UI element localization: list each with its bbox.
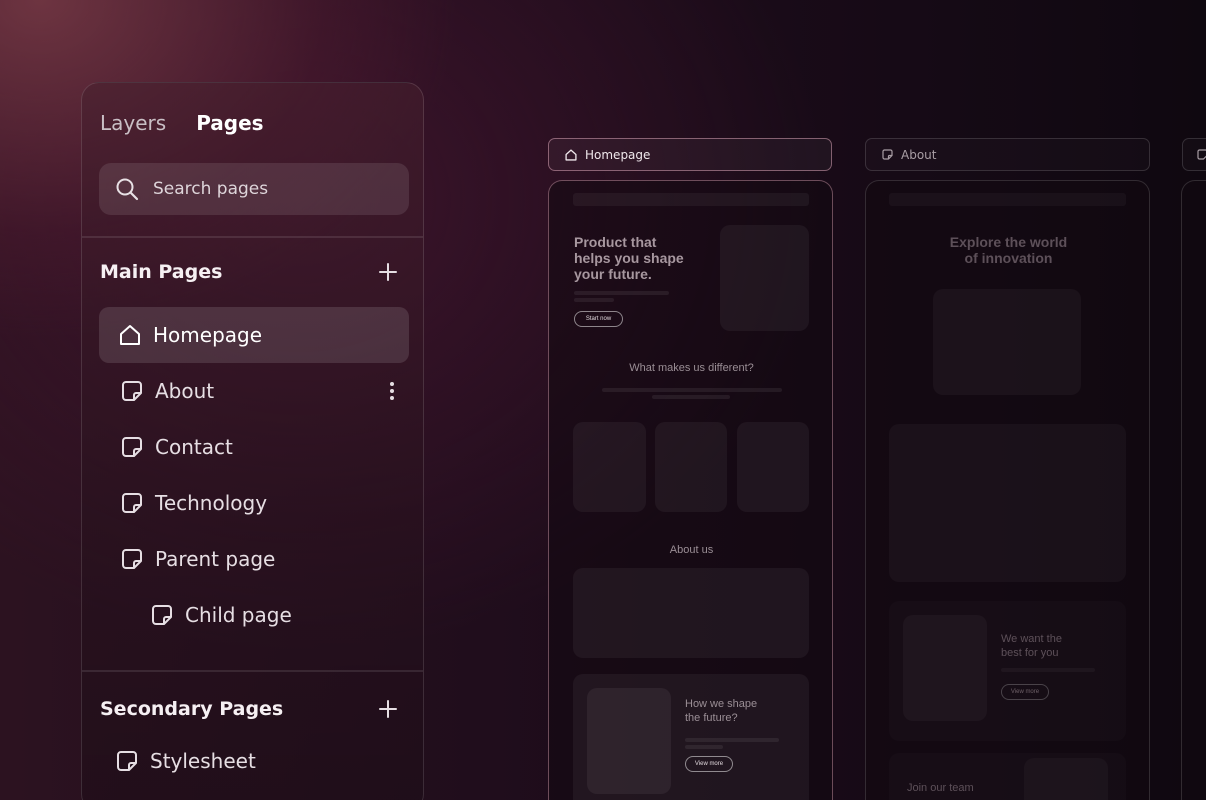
more-options-icon[interactable]: [389, 381, 395, 401]
view-more-button[interactable]: View more: [1001, 684, 1049, 700]
page-icon: [121, 548, 143, 570]
section-heading: What makes us different?: [629, 362, 754, 374]
hero-heading: Product that helps you shape your future…: [574, 234, 684, 282]
section-divider: [82, 670, 423, 672]
about-preview-frame[interactable]: Explore the world of innovation We want …: [865, 180, 1150, 800]
pages-panel: Layers Pages Main Pages Homepage About C…: [81, 82, 424, 800]
sidebar-item-label: About: [155, 379, 215, 403]
text-placeholder: [685, 745, 723, 749]
home-icon: [119, 324, 141, 346]
page-icon: [121, 436, 143, 458]
canvas-page-label-text: About: [901, 147, 937, 162]
text-placeholder: [652, 395, 730, 399]
text-placeholder: [602, 388, 782, 392]
sidebar-item-stylesheet[interactable]: Stylesheet: [99, 733, 409, 789]
sidebar-item-label: Technology: [155, 491, 268, 515]
home-icon: [565, 148, 577, 161]
card-placeholder: [737, 422, 809, 512]
team-heading: Join our team: [907, 782, 974, 794]
sidebar-item-label: Parent page: [155, 547, 276, 571]
feature-heading: How we shape the future?: [685, 698, 758, 724]
page-icon: [121, 380, 143, 402]
text-placeholder: [574, 298, 614, 302]
search-input[interactable]: [153, 179, 373, 199]
canvas-page-label-next[interactable]: [1182, 138, 1206, 171]
tab-layers[interactable]: Layers: [100, 111, 166, 135]
canvas-page-label-homepage[interactable]: Homepage: [548, 138, 832, 171]
card-placeholder: [655, 422, 727, 512]
text-placeholder: [1001, 668, 1095, 672]
sidebar-item-label: Contact: [155, 435, 233, 459]
card-placeholder: [573, 422, 646, 512]
text-placeholder: [685, 738, 779, 742]
about-image-placeholder: [933, 289, 1081, 395]
panel-tabs: Layers Pages: [100, 111, 264, 135]
next-preview-frame[interactable]: [1181, 180, 1206, 800]
view-more-button[interactable]: View more: [685, 756, 733, 772]
canvas-page-label-text: Homepage: [585, 147, 651, 162]
page-icon: [882, 149, 893, 160]
about-block-placeholder: [573, 568, 809, 658]
feature-image-placeholder: [903, 615, 987, 721]
search-box[interactable]: [99, 163, 409, 215]
sidebar-item-about[interactable]: About: [99, 363, 409, 419]
sidebar-item-label: Homepage: [153, 323, 263, 347]
about-hero-heading: Explore the world of innovation: [949, 234, 1068, 266]
sidebar-item-parent-page[interactable]: Parent page: [99, 531, 409, 587]
homepage-preview-frame[interactable]: Product that helps you shape your future…: [548, 180, 833, 800]
about-feature-heading: We want the best for you: [1001, 633, 1062, 659]
canvas-page-label-about[interactable]: About: [865, 138, 1150, 171]
search-icon: [115, 177, 139, 201]
start-now-button[interactable]: Start now: [574, 311, 623, 327]
team-image-placeholder: [1024, 758, 1108, 800]
add-main-page-button[interactable]: [379, 263, 397, 281]
sidebar-item-homepage[interactable]: Homepage: [99, 307, 409, 363]
page-icon: [1197, 149, 1206, 160]
sidebar-item-label: Child page: [185, 603, 292, 627]
feature-image-placeholder: [587, 688, 671, 794]
nav-placeholder: [889, 193, 1126, 206]
text-placeholder: [574, 291, 669, 295]
sidebar-item-child-page[interactable]: Child page: [99, 587, 409, 643]
page-icon: [121, 492, 143, 514]
main-pages-heading: Main Pages: [100, 261, 223, 283]
sidebar-item-technology[interactable]: Technology: [99, 475, 409, 531]
section-divider: [82, 236, 423, 238]
plus-icon: [379, 263, 397, 281]
plus-icon: [379, 700, 397, 718]
about-block-placeholder: [889, 424, 1126, 582]
secondary-pages-heading: Secondary Pages: [100, 698, 284, 720]
sidebar-item-contact[interactable]: Contact: [99, 419, 409, 475]
add-secondary-page-button[interactable]: [379, 700, 397, 718]
hero-image-placeholder: [720, 225, 809, 331]
page-icon: [116, 750, 138, 772]
page-icon: [151, 604, 173, 626]
nav-placeholder: [573, 193, 809, 206]
tab-pages[interactable]: Pages: [196, 111, 263, 135]
sidebar-item-label: Stylesheet: [150, 749, 256, 773]
about-heading: About us: [669, 544, 714, 556]
